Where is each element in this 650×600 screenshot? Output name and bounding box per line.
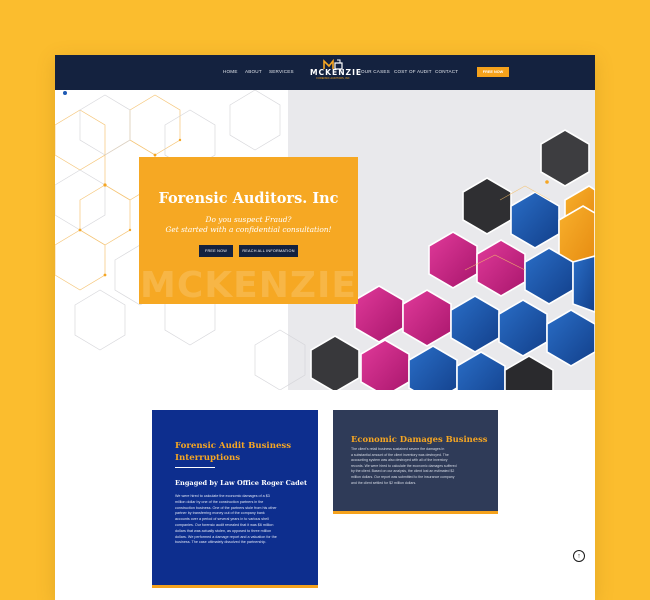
case1-title-line-2: Interruptions <box>175 453 241 463</box>
mckenzie-logo[interactable]: MCKENZIE FORENSIC AUDITORS, INC <box>310 59 363 87</box>
case1-title-line-1: Forensic Audit Business <box>175 441 292 451</box>
hero-title: Forensic Auditors. Inc <box>158 190 339 207</box>
case2-line: and the client settled for $2 million do… <box>351 480 417 485</box>
scroll-to-top-button[interactable]: ↑ <box>573 550 585 562</box>
case2-accent-stripe <box>333 511 498 514</box>
hero-watermark: MCKENZIE <box>140 265 357 306</box>
logo-name: MCKENZIE <box>310 68 363 77</box>
nav-link-cost-of-audit[interactable]: COST OF AUDIT <box>394 69 432 74</box>
nav-cta-button[interactable]: FREE NOW <box>477 67 509 77</box>
nav-link-contact[interactable]: CONTACT <box>435 69 458 74</box>
hero-section: MCKENZIE Forensic Auditors. Inc Do you s… <box>55 90 595 390</box>
hero-subtitle-line-2: Get started with a confidential consulta… <box>165 224 332 234</box>
logo-tagline: FORENSIC AUDITORS, INC <box>316 77 350 80</box>
nav-link-services[interactable]: SERVICES <box>269 69 294 74</box>
case-card-forensic-audit: Forensic Audit Business Interruptions En… <box>152 410 318 588</box>
nav-link-our-cases[interactable]: OUR CASES <box>361 69 390 74</box>
hero-reach-info-button[interactable]: REACH ALL INFORMATION <box>239 245 298 257</box>
case1-line: business. The case ultimately dissolved … <box>175 540 267 545</box>
case1-accent-stripe <box>152 585 318 588</box>
top-navbar: HOME ABOUT SERVICES MCKENZIE FORENSIC AU… <box>55 55 595 90</box>
case1-body: We were hired to calculate the economic … <box>175 494 313 546</box>
hero-card: MCKENZIE Forensic Auditors. Inc Do you s… <box>139 157 358 306</box>
arrow-up-icon: ↑ <box>577 553 581 560</box>
case1-divider <box>175 467 215 468</box>
carousel-dots[interactable] <box>55 90 69 96</box>
case2-body: The client's retail business sustained s… <box>351 447 491 486</box>
case1-subtitle: Engaged by Law Office Roger Cadet <box>175 479 308 487</box>
case2-title: Economic Damages Business <box>351 434 488 444</box>
nav-link-home[interactable]: HOME <box>223 69 238 74</box>
hero-subtitle-line-1: Do you suspect Fraud? <box>205 215 292 224</box>
hero-free-now-button[interactable]: FREE NOW <box>199 245 233 257</box>
nav-link-about[interactable]: ABOUT <box>245 69 262 74</box>
website-frame: HOME ABOUT SERVICES MCKENZIE FORENSIC AU… <box>55 55 595 600</box>
case1-title: Forensic Audit Business Interruptions <box>175 440 291 464</box>
hero-subtitle: Do you suspect Fraud? Get started with a… <box>139 215 358 234</box>
case-card-economic-damages: Economic Damages Business The client's r… <box>333 410 498 514</box>
